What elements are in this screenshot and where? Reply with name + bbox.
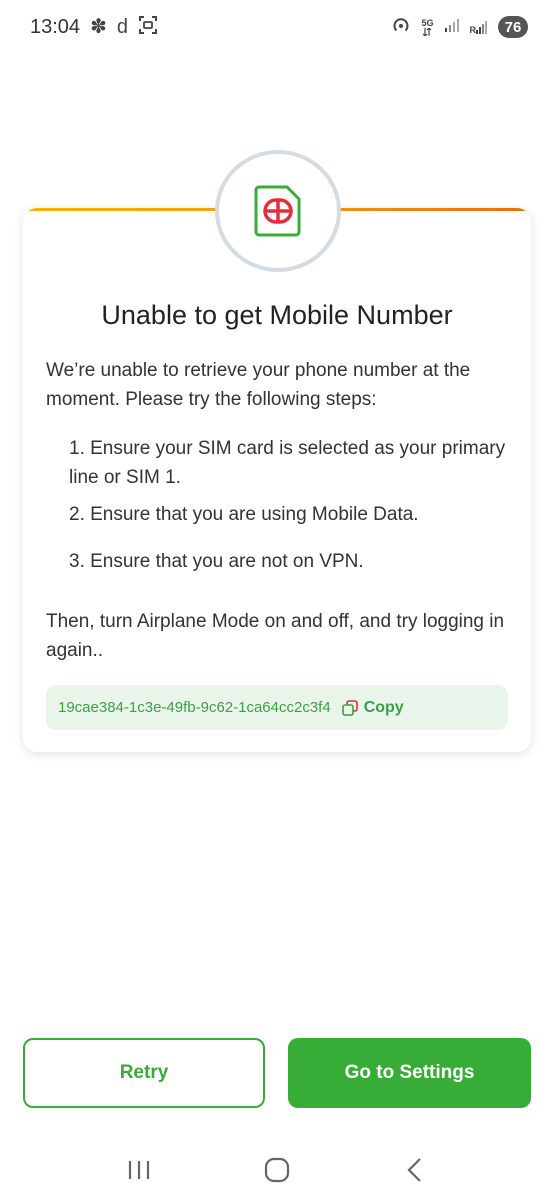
back-icon	[407, 1158, 421, 1182]
roaming-signal: R	[470, 19, 489, 35]
copy-label: Copy	[363, 698, 404, 716]
step-item: 1. Ensure your SIM card is selected as y…	[69, 438, 506, 488]
network-type: 5G	[421, 17, 434, 36]
roaming-signal-icon	[476, 21, 487, 34]
error-id-box: 19cae384-1c3e-49fb-9c62-1ca64cc2c3f4 Cop…	[46, 685, 508, 730]
status-bar: 13:04 ✽ d 5G R 76	[0, 0, 554, 54]
hotspot-icon	[391, 15, 411, 40]
step-item: 3. Ensure that you are not on VPN.	[69, 551, 364, 572]
intro-text: We’re unable to retrieve your phone numb…	[46, 360, 471, 410]
copy-icon	[341, 699, 358, 716]
page-title: Unable to get Mobile Number	[101, 300, 453, 330]
notification-d-icon: d	[116, 16, 128, 38]
signal-strength-icon	[444, 17, 460, 38]
recent-apps-icon	[128, 1161, 150, 1179]
step-item: 2. Ensure that you are using Mobile Data…	[69, 504, 419, 525]
copy-button[interactable]: Copy	[341, 699, 404, 717]
sim-badge	[215, 150, 341, 272]
sim-card-icon	[254, 185, 301, 237]
data-arrows-icon	[423, 27, 432, 36]
error-id-text: 19cae384-1c3e-49fb-9c62-1ca64cc2c3f4	[58, 699, 331, 716]
status-left: 13:04 ✽ d	[30, 15, 158, 40]
home-icon	[264, 1157, 290, 1183]
home-button[interactable]	[247, 1150, 307, 1190]
retry-button[interactable]: Retry	[23, 1038, 265, 1108]
status-time: 13:04	[30, 15, 81, 38]
back-button[interactable]	[385, 1150, 445, 1190]
network-type-label: 5G	[421, 17, 434, 28]
recent-apps-button[interactable]	[109, 1150, 169, 1190]
notification-asterisk-icon: ✽	[90, 16, 107, 38]
battery-indicator: 76	[498, 16, 528, 38]
status-right: 5G R 76	[391, 15, 528, 40]
system-nav-bar	[0, 1140, 554, 1200]
footer-text: Then, turn Airplane Mode on and off, and…	[46, 611, 505, 661]
screenshot-icon	[138, 15, 158, 40]
go-to-settings-button[interactable]: Go to Settings	[288, 1038, 531, 1108]
